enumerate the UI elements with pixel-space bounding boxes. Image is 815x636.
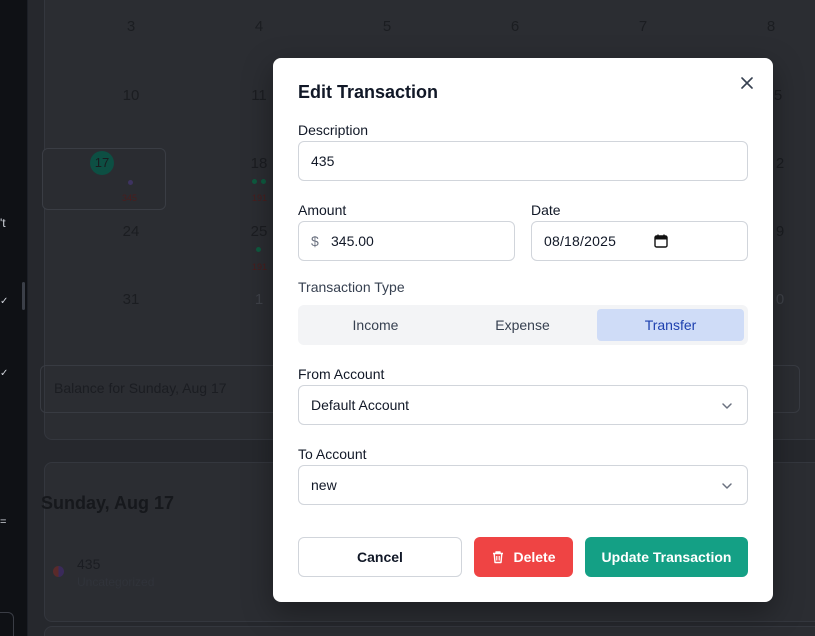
calendar-amount: 191 [252,262,268,272]
amount-input[interactable]: $ 345.00 [298,221,515,261]
calendar-day[interactable]: 4 [247,18,271,35]
modal-title: Edit Transaction [298,82,439,102]
trash-icon [491,550,505,564]
balance-label: Balance for Sunday, Aug 17 [54,380,227,396]
calendar-icon[interactable] [654,234,668,248]
calendar-day[interactable]: 24 [119,223,143,240]
description-value: 435 [311,153,335,169]
from-account-label: From Account [298,366,385,382]
transaction-type-label: Transaction Type [298,279,405,295]
amount-label: Amount [298,202,347,218]
from-account-value: Default Account [311,397,410,413]
delete-button[interactable]: Delete [474,537,573,577]
sidebar-scrollbar[interactable] [22,282,25,310]
description-label: Description [298,122,369,138]
day-title: Sunday, Aug 17 [41,493,175,513]
calendar-amount: 191 [252,193,268,203]
edit-transaction-modal: Edit Transaction Description 435 Amount … [273,58,773,602]
bottom-card [44,626,815,636]
calendar-day[interactable]: 3 [119,18,143,35]
date-label: Date [531,202,561,218]
amount-value: 345.00 [331,233,374,249]
description-input[interactable]: 435 [298,141,748,181]
category-dot-icon [53,566,64,577]
chevron-down-icon [722,483,732,489]
calendar-day[interactable]: 10 [119,87,143,104]
chevron-down-icon [722,403,732,409]
menu-icon: = [0,516,7,528]
calendar-day[interactable]: 1 [247,291,271,308]
calendar-day[interactable]: 7 [631,18,655,35]
sidebar-fragment: 't [0,216,6,230]
calendar-day[interactable]: 31 [119,291,143,308]
calendar-amount: 345 [122,193,138,203]
transaction-dot [252,179,257,184]
check-icon: ✓ [0,296,9,307]
calendar-day[interactable]: 11 [247,87,271,104]
transaction-dot [256,247,261,252]
date-value: 08/18/2025 [544,233,617,249]
type-option-income[interactable]: Income [302,309,449,341]
type-option-transfer[interactable]: Transfer [597,309,744,341]
transaction-category: Uncategorized [77,575,155,589]
cancel-button[interactable]: Cancel [298,537,462,577]
transaction-name[interactable]: 435 [77,556,100,572]
calendar-day[interactable]: 18 [247,155,271,172]
calendar-day[interactable]: 5 [375,18,399,35]
from-account-select[interactable]: Default Account [298,385,748,425]
calendar-day[interactable]: 25 [247,223,271,240]
calendar-day[interactable]: 6 [503,18,527,35]
update-transaction-button[interactable]: Update Transaction [585,537,748,577]
close-button[interactable] [737,73,757,93]
delete-label: Delete [513,549,556,565]
transaction-dot [128,180,133,185]
type-option-expense[interactable]: Expense [449,309,596,341]
sidebar-corner-button[interactable] [0,612,14,636]
close-icon [741,77,753,89]
check-icon: ✓ [0,368,9,379]
to-account-select[interactable]: new [298,465,748,505]
to-account-value: new [311,477,337,493]
transaction-type-selector: Income Expense Transfer [298,305,748,345]
sidebar: 't ✓ ✓ = [0,0,28,636]
currency-symbol: $ [311,233,319,249]
transaction-dot [261,179,266,184]
today-badge[interactable]: 17 [90,151,114,175]
to-account-label: To Account [298,446,367,462]
calendar-day[interactable]: 8 [759,18,783,35]
date-input[interactable]: 08/18/2025 [531,221,748,261]
